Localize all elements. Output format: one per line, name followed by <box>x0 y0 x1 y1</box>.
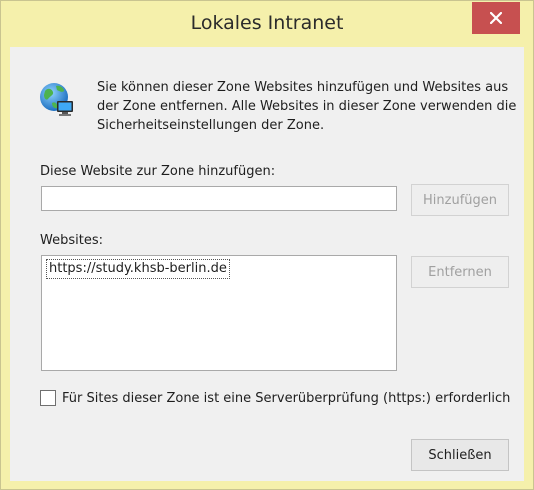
zone-info-text: Sie können dieser Zone Websites hinzufüg… <box>97 80 517 133</box>
window-title: Lokales Intranet <box>190 12 344 34</box>
window-close-button[interactable] <box>472 2 520 34</box>
globe-computer-icon <box>40 83 73 116</box>
websites-list[interactable]: https://study.khsb-berlin.de <box>41 255 397 371</box>
https-checkbox-label[interactable]: Für Sites dieser Zone ist eine Serverübe… <box>62 391 510 406</box>
close-button[interactable]: Schließen <box>411 439 509 471</box>
https-checkbox[interactable] <box>40 390 56 406</box>
dialog-client-area: Sie können dieser Zone Websites hinzufüg… <box>10 47 524 481</box>
https-check-row[interactable]: Für Sites dieser Zone ist eine Serverübe… <box>40 390 510 406</box>
add-site-input[interactable] <box>41 186 397 211</box>
dialog-window: Lokales Intranet Sie können dieser Zone … <box>0 0 534 490</box>
websites-label: Websites: <box>40 233 103 248</box>
add-site-label: Diese Website zur Zone hinzufügen: <box>40 164 276 179</box>
add-button[interactable]: Hinzufügen <box>411 184 509 216</box>
close-icon <box>490 12 502 24</box>
remove-button[interactable]: Entfernen <box>411 256 509 288</box>
title-bar[interactable]: Lokales Intranet <box>1 1 533 47</box>
list-item[interactable]: https://study.khsb-berlin.de <box>46 259 230 279</box>
